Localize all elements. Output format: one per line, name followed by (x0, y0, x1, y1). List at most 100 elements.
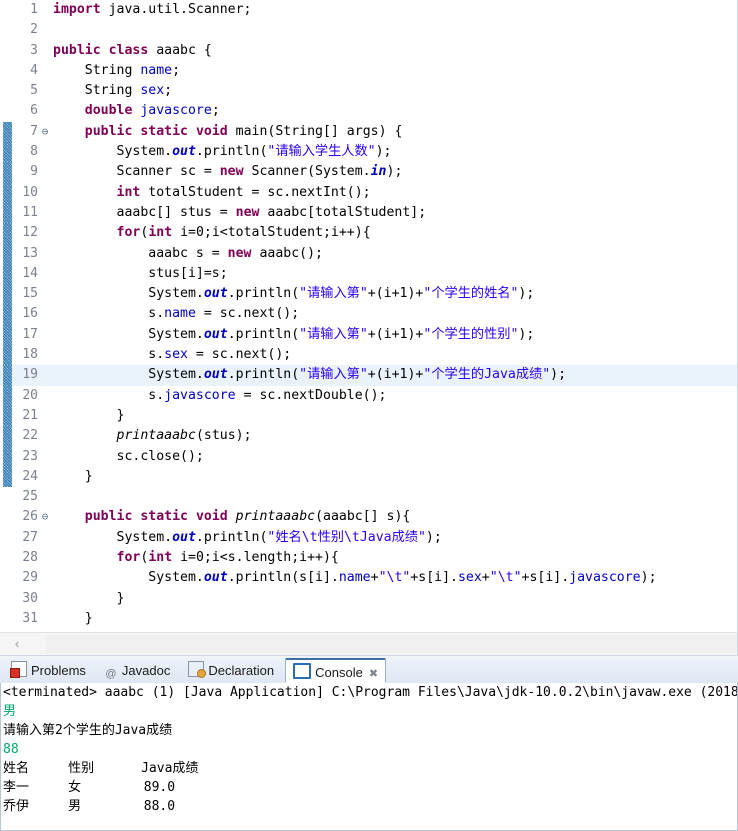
code-line-10[interactable]: 10 int totalStudent = sc.nextInt(); (0, 182, 737, 203)
tab-console[interactable]: Console ✖ (285, 658, 387, 683)
code-text: public class aaabc { (53, 42, 212, 58)
line-number: 3 (30, 42, 38, 58)
method-range-marker (3, 81, 12, 101)
code-text: String name; (53, 62, 181, 78)
code-line-14[interactable]: 14 stus[i]=s; (0, 263, 737, 285)
line-number: 21 (22, 407, 38, 423)
scrollbar-trough[interactable] (46, 635, 737, 653)
code-line-9[interactable]: 9 Scanner sc = new Scanner(System.in); (0, 162, 737, 183)
code-text: } (53, 468, 93, 484)
method-range-marker (3, 385, 12, 406)
method-range-marker (3, 41, 12, 61)
close-icon[interactable]: ✖ (369, 668, 378, 680)
method-range-marker (3, 263, 12, 285)
method-range-marker (3, 223, 12, 244)
editor-horizontal-scrollbar[interactable]: ‹ (0, 632, 737, 655)
code-line-25[interactable]: 25 (0, 487, 737, 507)
code-line-5[interactable]: 5 String sex; (0, 81, 737, 101)
code-line-17[interactable]: 17 System.out.println("请输入第"+(i+1)+"个学生的… (0, 324, 737, 346)
java-editor[interactable]: 1 import java.util.Scanner; 2 3 public class… (0, 0, 738, 656)
code-line-6[interactable]: 6 double javascore; (0, 101, 737, 121)
code-line-13[interactable]: 13 aaabc s = new aaabc(); (0, 243, 737, 264)
code-text: s.sex = sc.next(); (53, 347, 292, 363)
code-text: System.out.println("请输入第"+(i+1)+"个学生的姓名"… (53, 286, 535, 302)
code-line-23[interactable]: 23 sc.close(); (0, 446, 737, 467)
code-line-12[interactable]: 12 for(int i=0;i<totalStudent;i++){ (0, 223, 737, 244)
line-number: 20 (22, 387, 38, 403)
method-range-marker (3, 446, 12, 467)
console-line: 男 (3, 704, 17, 719)
code-line-16[interactable]: 16 s.name = sc.next(); (0, 304, 737, 325)
code-line-11[interactable]: 11 aaabc[] stus = new aaabc[totalStudent… (0, 202, 737, 224)
code-text: printaaabc(stus); (116, 428, 252, 444)
code-line-27[interactable]: 27 System.out.println("姓名\t性别\tJava成绩"); (0, 528, 737, 548)
line-number: 25 (22, 489, 38, 505)
code-line-4[interactable]: 4 String name; (0, 61, 737, 81)
code-text: System.out.println("请输入第"+(i+1)+"个学生的性别"… (53, 326, 535, 342)
method-range-marker (3, 182, 12, 203)
code-line-3[interactable]: 3 public class aaabc { (0, 41, 737, 61)
code-line-29[interactable]: 29 System.out.println(s[i].name+"\t"+s[i… (0, 568, 737, 588)
method-range-marker (3, 243, 12, 264)
tab-label: Declaration (208, 663, 275, 678)
code-line-1[interactable]: 1 import java.util.Scanner; (0, 0, 737, 20)
line-number: 26 (22, 509, 38, 525)
code-line-21[interactable]: 21 } (0, 405, 737, 427)
code-text: stus[i]=s; (53, 265, 228, 281)
method-range-marker (3, 304, 12, 325)
code-line-2[interactable]: 2 (0, 20, 737, 40)
code-line-31[interactable]: 31 } (0, 609, 737, 629)
console-line: 姓名 性别 Java成绩 (3, 761, 199, 776)
code-line-20[interactable]: 20 s.javascore = sc.nextDouble(); (0, 385, 737, 406)
line-number: 11 (22, 204, 38, 220)
line-number: 5 (30, 83, 38, 99)
console-line: 请输入第2个学生的Java成绩 (3, 723, 173, 738)
fold-collapse-icon[interactable]: ⊖ (39, 507, 51, 527)
line-number: 17 (22, 326, 38, 342)
editor-text-area[interactable]: 1 import java.util.Scanner; 2 3 public class… (0, 0, 737, 633)
method-range-marker (3, 426, 12, 447)
code-text: } (53, 590, 125, 606)
line-number: 9 (30, 164, 38, 180)
code-line-26[interactable]: 26 ⊖ public static void printaaabc(aaabc[… (0, 507, 737, 527)
line-number: 31 (22, 610, 38, 626)
line-number: 18 (22, 347, 38, 363)
code-line-19[interactable]: 19 System.out.println("请输入第"+(i+1)+"个学生的… (0, 365, 737, 386)
code-line-7[interactable]: 7 ⊖ public static void main(String[] args… (0, 121, 737, 143)
code-line-15[interactable]: 15 System.out.println("请输入第"+(i+1)+"个学生的… (0, 284, 737, 305)
code-text: s.javascore = sc.nextDouble(); (53, 387, 387, 403)
bottom-panel: Problems @ Javadoc Declaration Console ✖ <ter… (0, 657, 738, 831)
code-line-8[interactable]: 8 System.out.println("请输入学生人数"); (0, 142, 737, 163)
code-line-24[interactable]: 24 } (0, 466, 737, 488)
tab-declaration[interactable]: Declaration (181, 658, 281, 683)
view-tab-bar[interactable]: Problems @ Javadoc Declaration Console ✖ (0, 657, 738, 684)
code-text: String sex; (53, 83, 173, 99)
line-number: 23 (22, 448, 38, 464)
code-line-30[interactable]: 30 } (0, 589, 737, 609)
tab-javadoc[interactable]: @ Javadoc (97, 658, 177, 683)
tab-problems[interactable]: Problems (4, 658, 93, 683)
scroll-left-arrow-icon[interactable]: ‹ (8, 633, 26, 655)
fold-collapse-icon[interactable]: ⊖ (39, 122, 51, 142)
code-text: s.name = sc.next(); (53, 306, 300, 322)
eclipse-window: 1 import java.util.Scanner; 2 3 public class… (0, 0, 738, 831)
code-line-22[interactable]: 22 printaaabc(stus); (0, 426, 737, 447)
console-view[interactable]: <terminated> aaabc (1) [Java Application… (0, 683, 738, 831)
code-line-18[interactable]: 18 s.sex = sc.next(); (0, 345, 737, 366)
code-text: sc.close(); (53, 448, 204, 464)
code-line-28[interactable]: 28 for(int i=0;i<s.length;i++){ (0, 548, 737, 568)
tab-label: Javadoc (121, 663, 171, 678)
